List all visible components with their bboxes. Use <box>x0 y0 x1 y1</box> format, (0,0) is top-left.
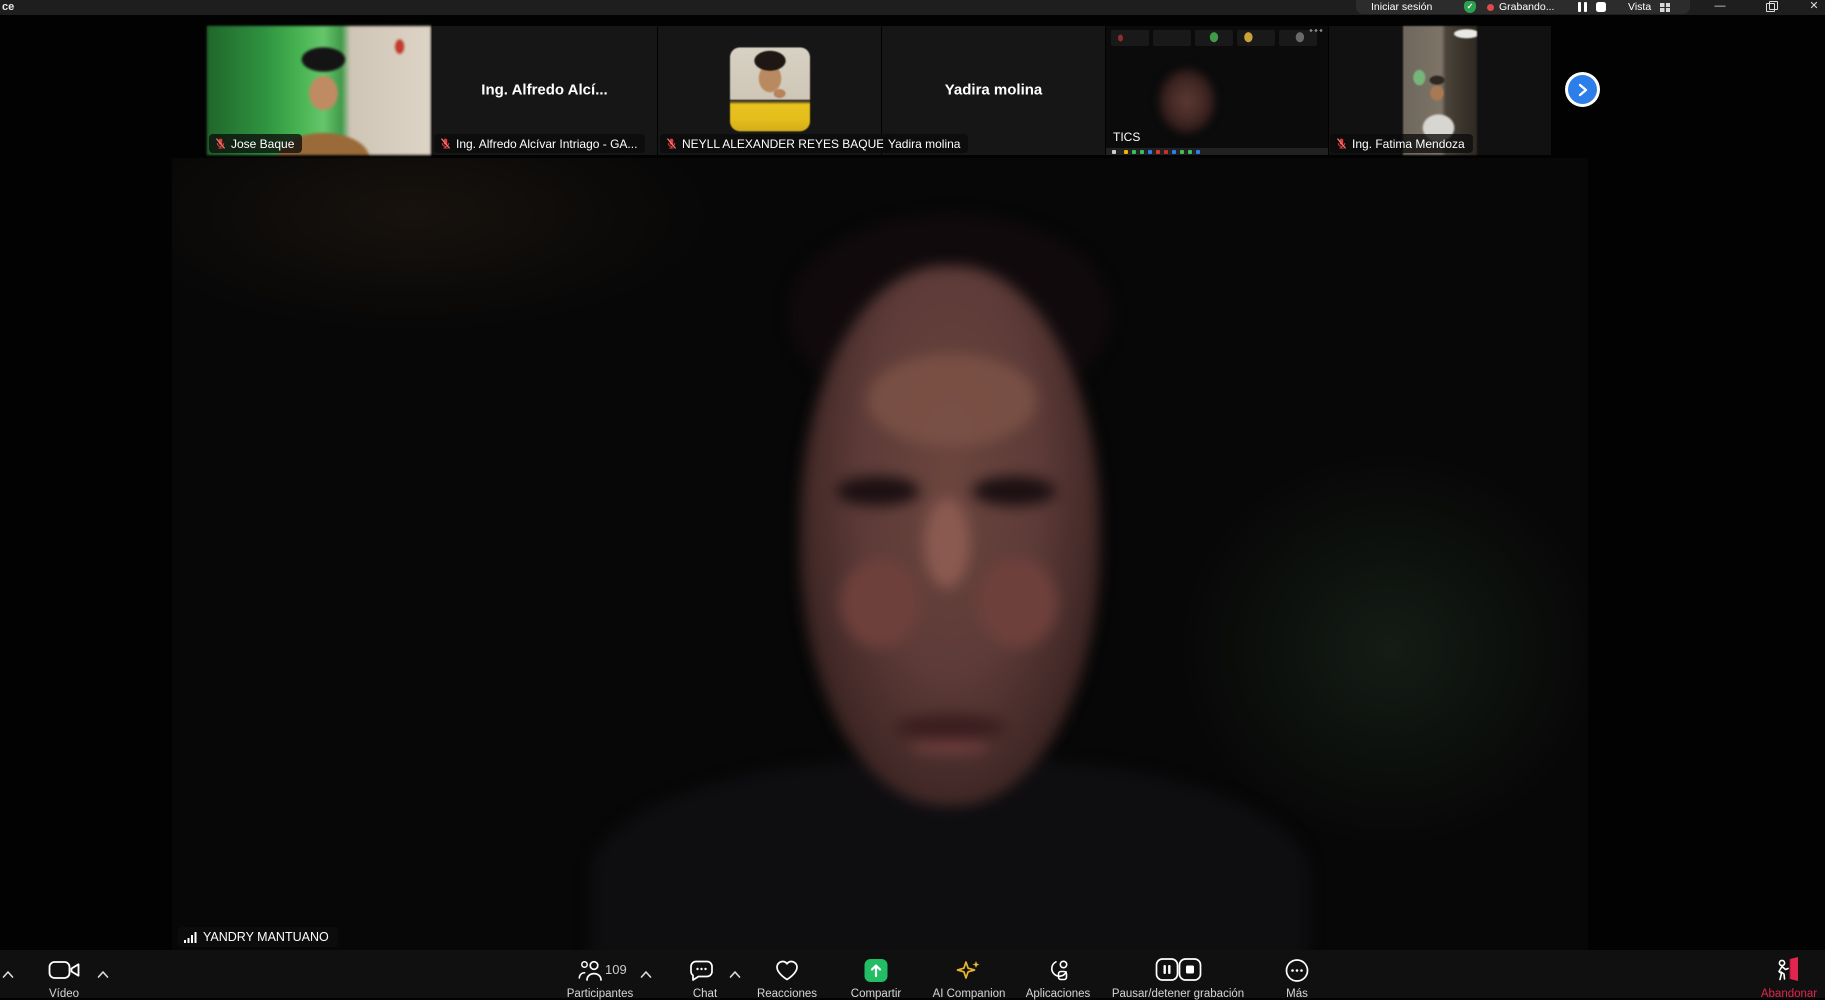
muted-mic-icon <box>1335 137 1348 150</box>
participant-tile-jose-baque[interactable]: Jose Baque <box>207 26 431 155</box>
muted-mic-icon <box>665 137 678 150</box>
share-screen-icon <box>865 959 888 982</box>
connection-bars-icon <box>184 931 198 943</box>
share-screen-button[interactable] <box>865 959 888 987</box>
participant-name-pill: Jose Baque <box>209 134 302 153</box>
neyll-avatar <box>730 47 810 131</box>
view-menu-button[interactable]: Vista <box>1628 1 1651 13</box>
chat-icon <box>688 958 714 983</box>
participants-options-chevron[interactable] <box>640 966 653 984</box>
participant-name-pill: Ing. Fatima Mendoza <box>1330 134 1473 153</box>
video-options-chevron[interactable] <box>97 966 110 984</box>
ai-companion-label: AI Companion <box>933 988 1006 1000</box>
video-camera-icon <box>48 959 80 981</box>
more-button[interactable] <box>1285 958 1310 988</box>
participant-name: Jose Baque <box>231 137 294 151</box>
active-speaker-name: YANDRY MANTUANO <box>203 930 329 944</box>
ai-companion-button[interactable] <box>956 958 982 988</box>
muted-mic-icon <box>214 137 227 150</box>
participant-name-pill: NEYLL ALEXANDER REYES BAQUE <box>660 134 892 153</box>
mini-tile <box>1111 30 1149 46</box>
active-speaker-video: YANDRY MANTUANO <box>172 158 1588 950</box>
chevron-up-icon <box>640 970 653 979</box>
stop-icon <box>1179 958 1202 981</box>
mini-taskbar <box>1106 148 1328 155</box>
participant-tile-alfredo[interactable]: Ing. Alfredo Alcí... Ing. Alfredo Alcíva… <box>432 26 657 155</box>
mini-tile <box>1153 30 1191 46</box>
more-label: Más <box>1286 988 1308 1000</box>
participant-tile-fatima[interactable]: Ing. Fatima Mendoza <box>1329 26 1551 155</box>
mini-window-controls <box>1309 29 1323 32</box>
pause-recording-button[interactable] <box>1578 2 1589 12</box>
participant-name: TICS <box>1113 130 1140 144</box>
mini-tile <box>1237 30 1275 46</box>
record-label: Pausar/detener grabación <box>1112 988 1244 1000</box>
participant-name: Ing. Alfredo Alcívar Intriago - GA... <box>456 137 637 151</box>
mini-tile <box>1195 30 1233 46</box>
leave-button[interactable] <box>1772 956 1802 989</box>
recording-status-label: Grabando... <box>1499 1 1554 13</box>
grid-view-icon <box>1660 3 1670 12</box>
apps-button[interactable] <box>1045 958 1071 988</box>
participant-name-pill: Ing. Alfredo Alcívar Intriago - GA... <box>434 134 645 153</box>
participant-tile-neyll[interactable]: NEYLL ALEXANDER REYES BAQUE <box>658 26 881 155</box>
stop-recording-button[interactable] <box>1596 2 1606 12</box>
participants-icon <box>578 958 605 983</box>
restore-button[interactable] <box>1756 0 1784 14</box>
encryption-shield-icon: ✓ <box>1464 1 1476 13</box>
participant-tile-tics-screenshare[interactable]: TICS <box>1106 26 1328 155</box>
share-label: Compartir <box>851 988 901 1000</box>
video-label: Vídeo <box>49 988 79 1000</box>
mini-speaker-face <box>1158 68 1216 134</box>
restore-icon <box>1766 3 1775 12</box>
chevron-up-icon <box>97 970 110 979</box>
stop-recording-toolbar-button[interactable] <box>1179 958 1202 986</box>
sign-in-button[interactable]: Iniciar sesión <box>1371 1 1432 13</box>
minimize-button[interactable]: — <box>1706 0 1734 14</box>
participants-button[interactable] <box>578 958 605 988</box>
meeting-toolbar: Vídeo 109 Participantes Chat Reacciones … <box>0 950 1825 998</box>
muted-mic-icon <box>439 137 452 150</box>
titlebar-controls-pill: Iniciar sesión ✓ Grabando... Vista <box>1356 0 1690 14</box>
filmstrip-next-button[interactable] <box>1568 75 1597 104</box>
participant-name: Yadira molina <box>888 137 960 151</box>
close-button[interactable]: ✕ <box>1800 0 1825 14</box>
participant-name-pill: Yadira molina <box>883 134 968 153</box>
ai-sparkle-icon <box>956 958 982 983</box>
participants-label: Participantes <box>567 988 633 1000</box>
video-button[interactable] <box>48 959 80 986</box>
window-title-fragment: ce <box>2 1 14 13</box>
participants-count: 109 <box>605 962 627 977</box>
apps-icon <box>1045 958 1071 983</box>
reactions-button[interactable] <box>774 958 801 988</box>
pause-recording-toolbar-button[interactable] <box>1156 958 1179 986</box>
participant-name-pill: TICS <box>1108 127 1148 146</box>
participant-tile-yadira[interactable]: Yadira molina Yadira molina <box>882 26 1105 155</box>
chevron-up-icon <box>729 970 742 979</box>
reactions-label: Reacciones <box>757 988 817 1000</box>
leave-label: Abandonar <box>1761 988 1817 1000</box>
chevron-up-icon <box>2 970 15 979</box>
heart-icon <box>774 958 801 983</box>
audio-options-chevron[interactable] <box>2 966 15 984</box>
more-icon <box>1285 958 1310 983</box>
speaker-face-art <box>172 158 1588 950</box>
chat-label: Chat <box>693 988 717 1000</box>
leave-door-icon <box>1772 956 1802 984</box>
chat-button[interactable] <box>688 958 714 988</box>
participant-display-name: Yadira molina <box>882 81 1105 98</box>
window-titlebar: ce Iniciar sesión ✓ Grabando... Vista — … <box>0 0 1825 15</box>
active-speaker-name-pill: YANDRY MANTUANO <box>178 927 338 947</box>
participant-name: Ing. Fatima Mendoza <box>1352 137 1465 151</box>
chevron-right-icon <box>1577 83 1589 97</box>
chat-options-chevron[interactable] <box>729 966 742 984</box>
participant-display-name: Ing. Alfredo Alcí... <box>432 81 657 98</box>
apps-label: Aplicaciones <box>1026 988 1091 1000</box>
mini-tile <box>1279 30 1317 46</box>
pause-icon <box>1156 958 1179 981</box>
participant-name: NEYLL ALEXANDER REYES BAQUE <box>682 137 884 151</box>
recording-dot-icon <box>1487 4 1494 11</box>
